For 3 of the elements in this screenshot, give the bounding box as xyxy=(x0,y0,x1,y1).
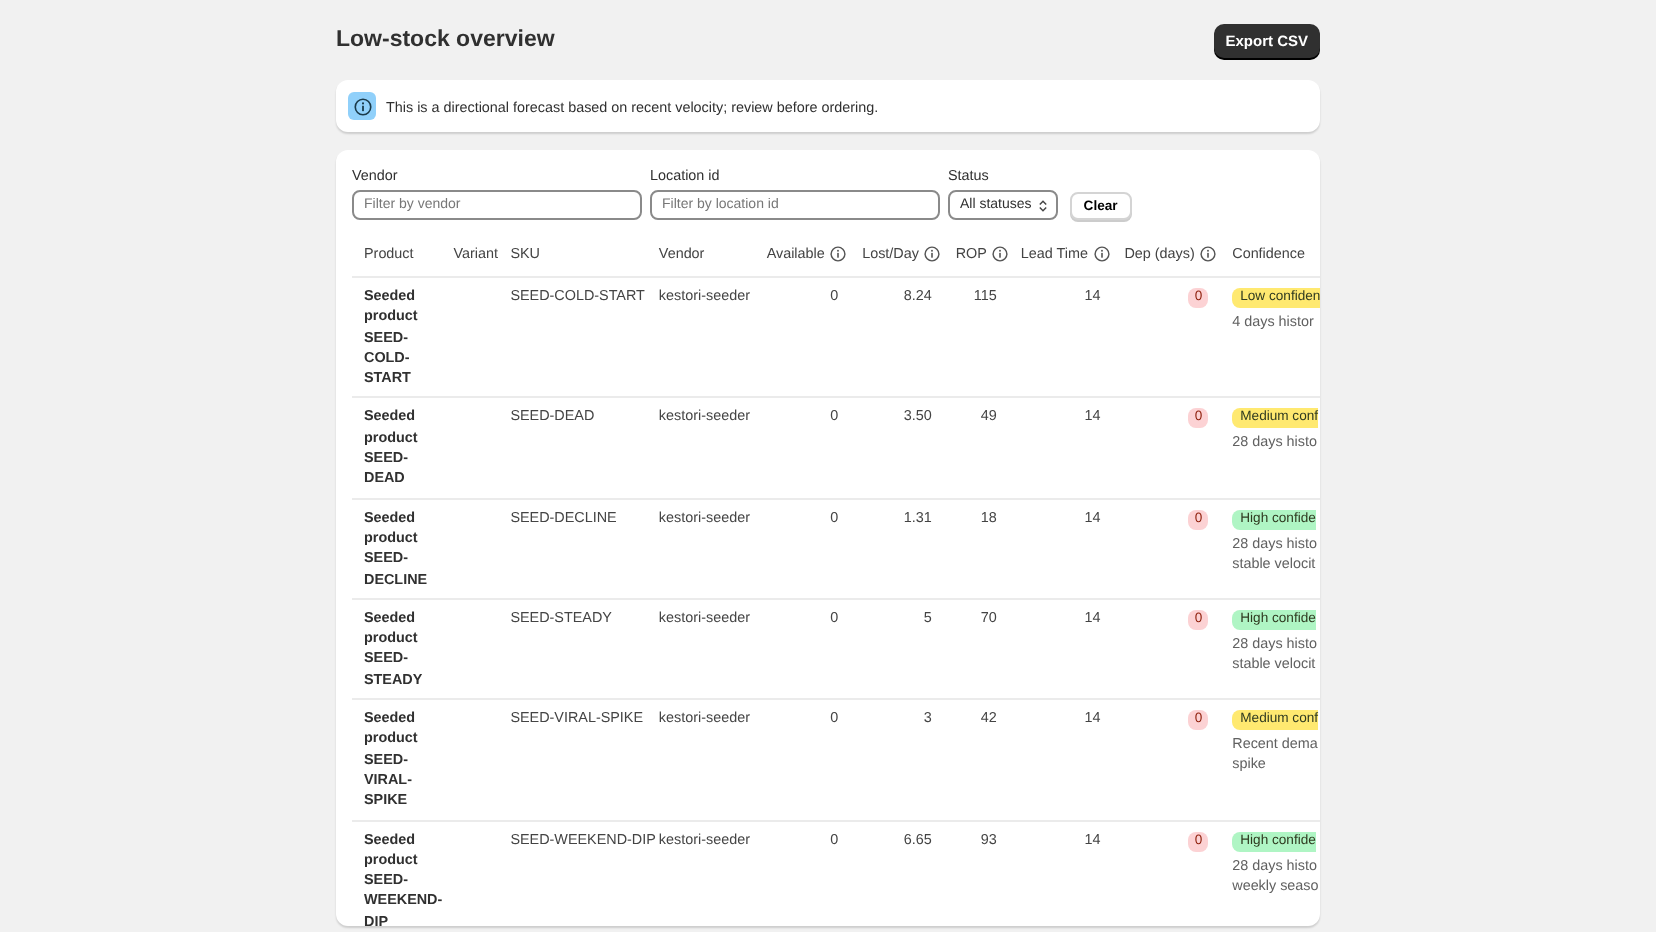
page-title: Low-stock overview xyxy=(336,28,555,52)
chevron-icon xyxy=(1037,197,1048,213)
info-icon xyxy=(353,97,371,115)
